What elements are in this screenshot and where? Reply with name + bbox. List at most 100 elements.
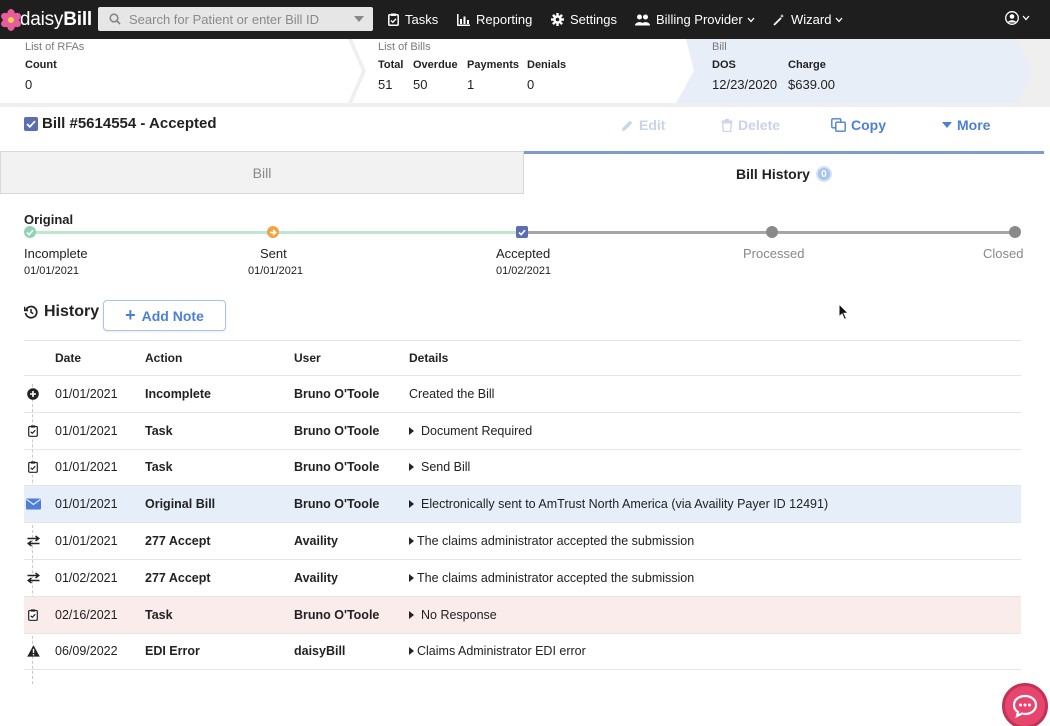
edit-button[interactable]: Edit: [621, 117, 665, 133]
nav-tasks-label: Tasks: [405, 12, 439, 27]
row-details-toggle[interactable]: The claims administrator accepted the su…: [409, 571, 694, 585]
bills-overdue: Overdue 50: [413, 59, 458, 92]
tab-bill-history-label: Bill History: [736, 166, 810, 182]
exchange-arrows-icon: [25, 535, 41, 547]
history-icon: [24, 305, 38, 319]
column-header-date[interactable]: Date: [55, 351, 81, 365]
stage-node-accepted: [516, 226, 528, 238]
logo-text-bold: Bill: [63, 8, 92, 30]
search-dropdown-caret-icon[interactable]: [354, 16, 364, 22]
bill-charge-value: $639.00: [788, 77, 835, 92]
nav-wizard[interactable]: Wizard: [773, 0, 843, 39]
task-clipboard-icon: [25, 425, 41, 437]
envelope-icon: [25, 498, 41, 510]
table-row: 01/01/2021 Incomplete Bruno O'Toole Crea…: [24, 376, 1021, 413]
nav-reporting[interactable]: Reporting: [457, 0, 532, 39]
history-heading: History: [24, 303, 99, 321]
caret-down-icon: [942, 122, 952, 128]
stage-node-processed: [766, 226, 778, 238]
check-icon: [26, 229, 34, 236]
row-user: Bruno O'Toole: [294, 497, 380, 512]
bills-title: List of Bills: [378, 41, 431, 53]
breadcrumb-bill[interactable]: Bill DOS 12/23/2020 Charge $639.00: [676, 39, 1032, 103]
row-date: 01/01/2021: [55, 423, 118, 438]
column-header-action[interactable]: Action: [145, 351, 182, 365]
nav-wizard-label: Wizard: [791, 12, 832, 27]
row-user: daisyBill: [294, 644, 346, 659]
bills-total-value: 51: [378, 77, 393, 92]
logo-text: daisyBill: [20, 9, 92, 31]
delete-button[interactable]: Delete: [721, 117, 780, 133]
row-date: 02/16/2021: [55, 607, 118, 622]
column-header-details[interactable]: Details: [409, 351, 448, 365]
copy-button-label: Copy: [851, 117, 886, 133]
add-note-button[interactable]: + Add Note: [103, 300, 226, 331]
rfas-count-value: 0: [25, 77, 33, 92]
tab-bill-history[interactable]: Bill History 0: [524, 151, 1044, 194]
row-details-toggle[interactable]: No Response: [409, 608, 497, 622]
bill-dos-label: DOS: [712, 59, 736, 71]
top-navigation-bar: daisyBill Tasks Reporting Settings Billi…: [0, 0, 1050, 39]
row-user: Bruno O'Toole: [294, 460, 380, 475]
row-details-toggle[interactable]: The claims administrator accepted the su…: [409, 534, 694, 548]
user-account-menu[interactable]: [1005, 11, 1030, 25]
nav-billing-provider-label: Billing Provider: [656, 12, 743, 27]
patient-search-box[interactable]: [98, 7, 373, 31]
history-table-header: Date Action User Details: [24, 340, 1021, 376]
checkbox-checked-icon: [24, 116, 38, 131]
row-details-text: The claims administrator accepted the su…: [417, 534, 695, 549]
row-user: Bruno O'Toole: [294, 386, 380, 401]
mouse-cursor-icon: [838, 302, 850, 326]
nav-tasks[interactable]: Tasks: [388, 0, 438, 39]
row-details-text: Electronically sent to AmTrust North Ame…: [421, 497, 829, 512]
daisybill-logo[interactable]: daisyBill: [0, 8, 92, 31]
more-button[interactable]: More: [942, 117, 990, 133]
row-action: Task: [145, 460, 173, 475]
bill-crumb-title: Bill: [712, 41, 727, 53]
delete-button-label: Delete: [738, 117, 781, 133]
stage-node-incomplete: [24, 226, 36, 238]
bills-overdue-label: Overdue: [413, 59, 458, 71]
breadcrumb-list-of-bills[interactable]: List of Bills Total 51 Overdue 50 Paymen…: [352, 39, 704, 103]
search-input[interactable]: [129, 11, 349, 27]
row-details-toggle[interactable]: Send Bill: [409, 460, 470, 474]
bar-chart-icon: [457, 13, 470, 26]
plus-icon: +: [125, 305, 136, 325]
users-icon: [635, 14, 650, 25]
warning-triangle-icon: [25, 645, 41, 658]
bill-charge: Charge $639.00: [788, 59, 835, 92]
row-details-text: Send Bill: [421, 460, 471, 475]
stage-date-sent: 01/01/2021: [248, 265, 304, 277]
nav-reporting-label: Reporting: [476, 12, 533, 27]
tab-bill[interactable]: Bill: [0, 151, 524, 194]
bill-dos: DOS 12/23/2020: [712, 59, 777, 92]
row-date: 01/02/2021: [55, 570, 118, 585]
nav-settings-label: Settings: [570, 12, 617, 27]
row-details: Created the Bill: [409, 387, 494, 401]
row-details-text: No Response: [421, 607, 497, 622]
copy-icon: [831, 118, 846, 132]
copy-button[interactable]: Copy: [831, 117, 886, 133]
row-details-text: Claims Administrator EDI error: [417, 644, 586, 659]
nav-settings[interactable]: Settings: [551, 0, 617, 39]
progress-line-complete: [30, 231, 272, 234]
status-track-title: Original: [24, 212, 74, 227]
row-user: Bruno O'Toole: [294, 423, 380, 438]
row-details-toggle[interactable]: Electronically sent to AmTrust North Ame…: [409, 497, 828, 511]
table-row: 01/01/2021 Task Bruno O'Toole Send Bill: [24, 450, 1021, 487]
table-row: 01/01/2021 Original Bill Bruno O'Toole E…: [24, 486, 1021, 524]
chat-support-button[interactable]: [1002, 683, 1048, 726]
task-clipboard-icon: [25, 609, 41, 621]
row-details-toggle[interactable]: Document Required: [409, 424, 532, 438]
column-header-user[interactable]: User: [294, 351, 321, 365]
row-date: 01/01/2021: [55, 386, 118, 401]
daisy-flower-icon: [0, 8, 23, 31]
bills-denials: Denials 0: [527, 59, 566, 92]
stage-label-processed: Processed: [743, 246, 805, 261]
nav-billing-provider[interactable]: Billing Provider: [635, 0, 755, 39]
expand-caret-icon: [409, 610, 414, 619]
breadcrumb-list-of-rfas[interactable]: List of RFAs Count 0: [0, 39, 362, 103]
arrow-right-icon: [270, 228, 277, 236]
row-details-toggle[interactable]: Claims Administrator EDI error: [409, 644, 586, 658]
clipboard-check-icon: [388, 13, 399, 26]
